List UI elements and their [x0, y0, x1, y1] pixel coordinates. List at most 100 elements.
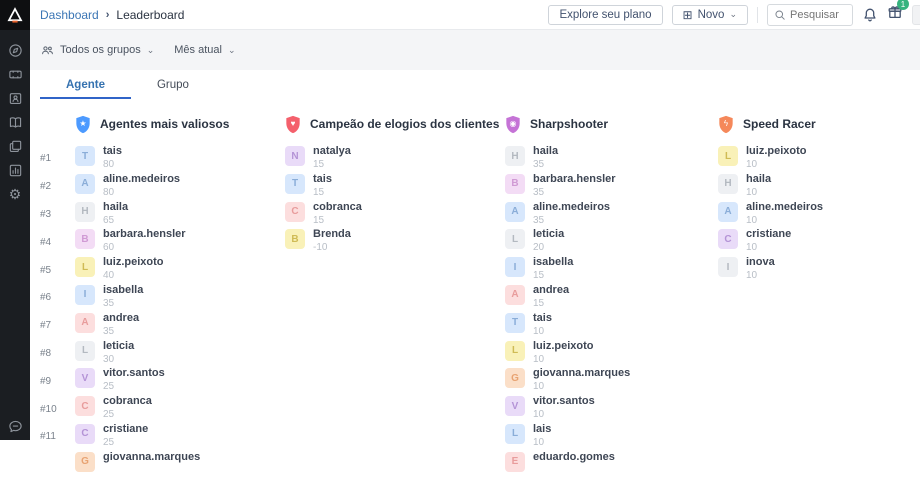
- agent-score: 10: [533, 381, 630, 392]
- groups-filter-label: Todos os grupos: [60, 44, 141, 56]
- gift-badge: 1: [897, 0, 909, 10]
- agent-name: barbara.hensler: [103, 228, 186, 240]
- leaderboard-entry: Ggiovanna.marques: [75, 451, 285, 479]
- avatar: T: [75, 146, 95, 166]
- avatar: A: [75, 313, 95, 333]
- ticket-icon[interactable]: [7, 66, 23, 82]
- agent-score: 10: [746, 215, 823, 226]
- column-sharpshooter: ◉ Sharpshooter Hhaila35Bbarbara.hensler3…: [505, 111, 718, 479]
- agent-score: 15: [313, 187, 332, 198]
- rank-label: #7: [40, 312, 75, 340]
- agent-name: isabella: [533, 256, 573, 268]
- leaderboard-entry: Ttais10: [505, 312, 718, 340]
- period-filter-dropdown[interactable]: Mês atual ⌄: [174, 44, 235, 56]
- new-button[interactable]: ⊞ Novo ⌄: [672, 5, 748, 25]
- new-button-label: Novo: [698, 9, 725, 21]
- rank-label: #3: [40, 201, 75, 229]
- leaderboard-entry: Lluiz.peixoto40: [75, 256, 285, 284]
- leaderboard-entry: Ttais80: [75, 145, 285, 173]
- contacts-icon[interactable]: [7, 90, 23, 106]
- leaderboard-entry: Nnatalya15: [285, 145, 505, 173]
- avatar: B: [505, 174, 525, 194]
- column-title: Campeão de elogios dos clientes: [310, 117, 499, 131]
- tab-agente[interactable]: Agente: [40, 70, 131, 99]
- search-box[interactable]: [767, 4, 853, 26]
- agent-score: 60: [103, 242, 186, 253]
- period-filter-label: Mês atual: [174, 44, 222, 56]
- agent-score: 35: [533, 187, 616, 198]
- avatar: T: [505, 313, 525, 333]
- agent-name: luiz.peixoto: [746, 145, 807, 157]
- notifications-bell-icon[interactable]: [862, 7, 878, 23]
- agent-name: aline.medeiros: [533, 201, 610, 213]
- breadcrumb-dashboard-link[interactable]: Dashboard: [40, 8, 99, 22]
- agent-score: 40: [103, 270, 164, 281]
- groups-filter-dropdown[interactable]: Todos os grupos ⌄: [41, 44, 154, 57]
- app-logo[interactable]: [0, 0, 30, 30]
- plus-square-icon: ⊞: [683, 10, 693, 20]
- avatar: I: [75, 285, 95, 305]
- rank-label: #4: [40, 228, 75, 256]
- avatar: T: [285, 174, 305, 194]
- agent-name: barbara.hensler: [533, 173, 616, 185]
- agent-name: leticia: [533, 228, 564, 240]
- column-header: ϟ Speed Racer: [718, 111, 920, 137]
- cut-off-button[interactable]: |: [912, 5, 920, 25]
- leaderboard-entry: BBrenda-10: [285, 228, 505, 256]
- avatar: B: [285, 229, 305, 249]
- avatar: C: [75, 424, 95, 444]
- rank-label: #9: [40, 367, 75, 395]
- agent-name: leticia: [103, 340, 134, 352]
- column-list: Lluiz.peixoto10Hhaila10Aaline.medeiros10…: [718, 137, 920, 284]
- pages-icon[interactable]: [7, 138, 23, 154]
- agent-score: 10: [746, 270, 775, 281]
- breadcrumb-separator: ›: [106, 9, 110, 21]
- avatar: I: [505, 257, 525, 277]
- avatar: B: [75, 229, 95, 249]
- avatar: G: [505, 368, 525, 388]
- agent-score: 35: [533, 159, 558, 170]
- gift-button[interactable]: 1: [887, 4, 903, 25]
- column-title: Agentes mais valiosos: [100, 117, 229, 131]
- agent-name: haila: [533, 145, 558, 157]
- agent-score: 30: [103, 354, 134, 365]
- leaderboard-entry: Lluiz.peixoto10: [718, 145, 920, 173]
- leaderboard-entry: Lluiz.peixoto10: [505, 340, 718, 368]
- agent-score: 25: [103, 437, 148, 448]
- leaderboard-entry: Ccristiane25: [75, 423, 285, 451]
- agent-name: inova: [746, 256, 775, 268]
- shield-bolt-icon: ϟ: [718, 115, 734, 134]
- rank-label: #1: [40, 145, 75, 173]
- agent-score: 10: [746, 187, 771, 198]
- agent-name: tais: [313, 173, 332, 185]
- avatar: E: [505, 452, 525, 472]
- avatar: A: [75, 174, 95, 194]
- knowledge-base-icon[interactable]: [7, 114, 23, 130]
- reports-icon[interactable]: [7, 162, 23, 178]
- leaderboard-entry: Iinova10: [718, 256, 920, 284]
- rank-label: #11: [40, 423, 75, 451]
- leaderboard-entry: Aaline.medeiros80: [75, 173, 285, 201]
- agent-score: 15: [313, 159, 351, 170]
- avatar: L: [75, 257, 95, 277]
- agent-name: andrea: [103, 312, 139, 324]
- tab-grupo[interactable]: Grupo: [131, 70, 215, 99]
- settings-icon[interactable]: ⚙: [7, 186, 23, 202]
- agent-score: 65: [103, 215, 128, 226]
- rank-label: #10: [40, 395, 75, 423]
- compass-icon[interactable]: [7, 42, 23, 58]
- leaderboard-entry: Hhaila10: [718, 173, 920, 201]
- agent-name: haila: [103, 201, 128, 213]
- explore-plan-button[interactable]: Explore seu plano: [548, 5, 662, 25]
- agent-score: 35: [533, 215, 610, 226]
- agent-score: 25: [103, 409, 152, 420]
- rank-label: #8: [40, 340, 75, 368]
- search-input[interactable]: [790, 9, 846, 21]
- agent-name: eduardo.gomes: [533, 451, 615, 463]
- agent-name: cobranca: [103, 395, 152, 407]
- column-speed-racer: ϟ Speed Racer Lluiz.peixoto10Hhaila10Aal…: [718, 111, 920, 479]
- agent-score: 25: [103, 381, 165, 392]
- feedback-icon[interactable]: [7, 418, 23, 434]
- leaderboard-entry: Ccobranca15: [285, 201, 505, 229]
- column-list: Ttais80Aaline.medeiros80Hhaila65Bbarbara…: [75, 137, 285, 479]
